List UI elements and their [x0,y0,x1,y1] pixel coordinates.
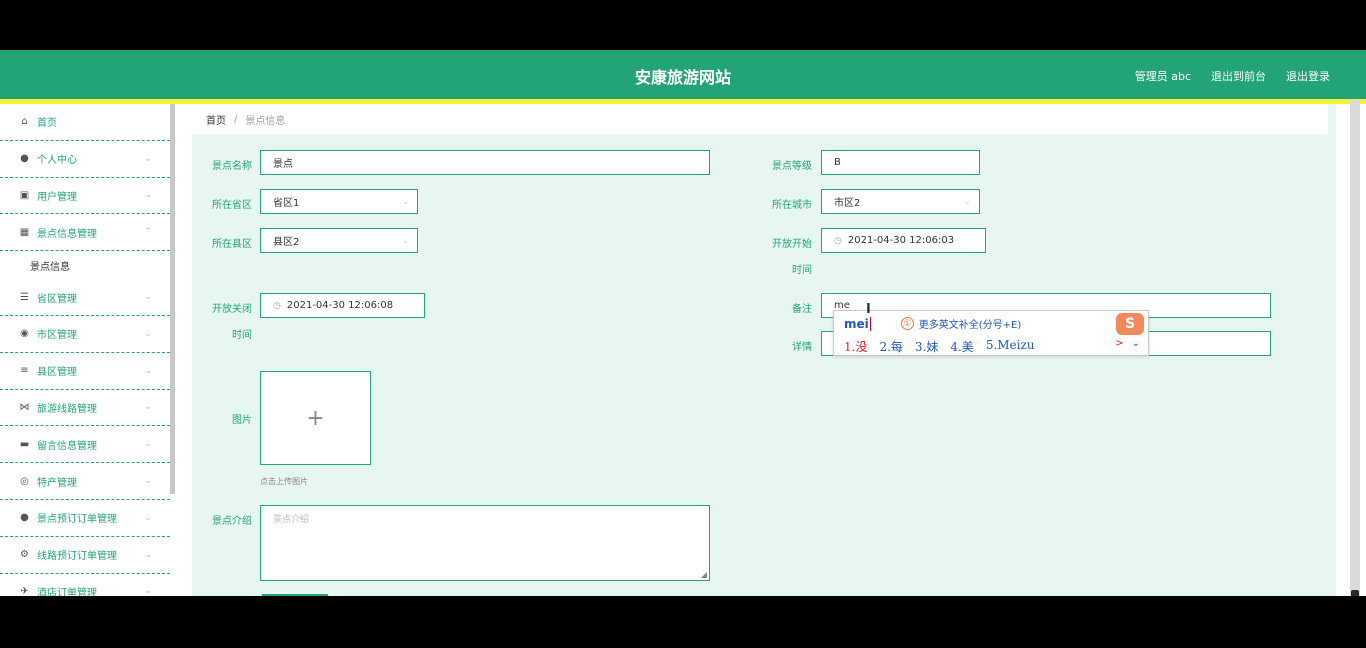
ime-candidate[interactable]: 4.美 [950,338,973,355]
user-icon: ● [20,153,29,165]
gift-icon: ◎ [20,475,29,487]
county-select[interactable]: 县区2 ⌄ [260,228,418,253]
name-label: 景点名称 [212,161,252,172]
upload-hint: 点击上传图片 [260,477,308,486]
ime-candidate[interactable]: 2.每 [879,338,902,355]
ime-candidates: 1.没 2.每 3.妹 4.美 5.Meizu [844,338,1035,355]
sidebar-item-county[interactable]: ≡ 县区管理 ⌄ [0,353,170,390]
sidebar-subitem-scenic-info[interactable]: 景点信息 [0,251,170,279]
notes-label: 备注 [792,304,812,315]
province-label: 所在省区 [212,200,252,211]
building-icon: ▦ [19,226,30,238]
home-icon: ⌂ [21,116,28,128]
admin-user-label: 管理员 abc [1134,70,1191,83]
submit-button[interactable] [262,594,328,596]
breadcrumb-current: 景点信息 [245,115,286,127]
comment-icon: ▬ [19,438,30,450]
chevron-down-icon: ⌄ [144,292,152,303]
sidebar-item-route[interactable]: ⋈ 旅游线路管理 ⌄ [0,390,170,427]
level-input[interactable]: B [821,150,980,175]
chevron-up-icon: ⌃ [144,227,152,238]
route-icon: ⋈ [19,401,30,413]
breadcrumb: 首页 / 景点信息 [192,104,1328,134]
chevron-down-icon: ⌄ [402,236,409,245]
bird-icon: ✈ [20,585,29,596]
chevron-down-icon: ⌄ [144,586,152,596]
open-time-label-2: 时间 [792,265,812,276]
detail-label: 详情 [792,342,812,353]
sidebar-item-hotel-orders[interactable]: ✈ 酒店订单管理 ⌄ [0,574,170,596]
level-label: 景点等级 [772,161,812,172]
chevron-down-icon: ⌄ [144,365,152,376]
close-time-label-2: 时间 [232,330,252,341]
menu-icon: ≡ [20,365,29,377]
chevron-down-icon: ⌄ [144,439,152,450]
chevron-down-icon: ⌄ [144,190,152,201]
image-label: 图片 [232,415,252,426]
plus-icon: + [306,405,325,431]
front-page-link[interactable]: 退出到前台 [1211,68,1266,84]
close-time-label: 开放关闭 [212,304,252,315]
chevron-down-icon: ⌄ [144,402,152,413]
list-icon: ☰ [20,291,29,303]
intro-textarea[interactable]: 景点介绍 ◢ [260,505,710,581]
chevron-down-icon: ⌄ [144,328,152,339]
text-cursor-icon: I [866,302,871,317]
scrollbar-thumb[interactable] [1351,590,1359,596]
ime-next-page-icon[interactable]: > [1115,338,1123,349]
breadcrumb-home[interactable]: 首页 [206,112,226,127]
gear-icon: ⚙ [20,549,29,561]
users-icon: ▣ [19,189,30,201]
sidebar-item-home[interactable]: ⌂ 首页 [0,104,170,141]
page-scrollbar[interactable] [1350,100,1360,596]
chevron-down-icon: ⌄ [144,476,152,487]
ime-candidate-popup[interactable]: mei ① 更多英文补全(分号+E) 1.没 2.每 3.妹 4.美 5.Meiz… [833,310,1149,356]
ime-more-suggestions[interactable]: ① 更多英文补全(分号+E) [900,316,1021,331]
ime-candidate[interactable]: 5.Meizu [986,338,1035,355]
resize-handle-icon[interactable]: ◢ [701,570,707,579]
chevron-down-icon: ⌄ [144,153,152,164]
name-input[interactable]: 景点 [260,150,710,175]
clock-icon: ◷ [273,300,281,311]
province-select[interactable]: 省区1 ⌄ [260,189,418,214]
city-label: 所在城市 [772,200,812,211]
chevron-down-icon: ⌄ [144,512,152,523]
sidebar-item-profile[interactable]: ● 个人中心 ⌄ [0,141,170,178]
header-links: 管理员 abc 退出到前台 退出登录 [1135,68,1330,84]
open-time-picker[interactable]: ◷ 2021-04-30 12:06:03 [821,228,986,253]
sidebar-item-scenic[interactable]: ▦ 景点信息管理 ⌃ [0,214,170,252]
top-header: 安康旅游网站 管理员 abc 退出到前台 退出登录 [0,50,1366,99]
image-upload[interactable]: + [260,371,371,465]
sidebar-item-route-orders[interactable]: ⚙ 线路预订订单管理 ⌄ [0,537,170,574]
intro-label: 景点介绍 [212,516,252,527]
sidebar-item-scenic-orders[interactable]: ● 景点预订订单管理 ⌄ [0,500,170,537]
clock-icon: ◷ [834,235,842,246]
open-time-label: 开放开始 [772,239,812,250]
chevron-down-icon: ⌄ [964,197,971,206]
sidebar: ⌂ 首页 ● 个人中心 ⌄ ▣ 用户管理 ⌄ ▦ 景点信息管理 ⌃ 景点信息 ☰ 省区管理 ⌄ ◉… [0,104,170,596]
globe-icon: ◉ [20,328,29,340]
ime-candidate[interactable]: 1.没 [844,338,867,355]
sidebar-item-specialty[interactable]: ◎ 特产管理 ⌄ [0,463,170,500]
chevron-down-icon: ⌄ [402,197,409,206]
ime-pinyin: mei [844,316,869,331]
sidebar-item-users[interactable]: ▣ 用户管理 ⌄ [0,178,170,215]
ime-candidate[interactable]: 3.妹 [915,338,938,355]
user-icon: ● [20,512,29,524]
city-select[interactable]: 市区2 ⌄ [821,189,980,214]
county-label: 所在县区 [212,239,252,250]
logout-link[interactable]: 退出登录 [1286,68,1330,84]
sidebar-item-province[interactable]: ☰ 省区管理 ⌄ [0,279,170,316]
chevron-down-icon: ⌄ [144,549,152,560]
ime-logo-icon: S [1116,313,1144,335]
sidebar-item-city[interactable]: ◉ 市区管理 ⌄ [0,316,170,353]
ime-expand-icon[interactable]: ⌄ [1132,338,1140,349]
app-window: 安康旅游网站 管理员 abc 退出到前台 退出登录 ⌂ 首页 ● 个人中心 ⌄ ▣ 用户… [0,50,1366,596]
sidebar-item-message[interactable]: ▬ 留言信息管理 ⌄ [0,426,170,464]
close-time-picker[interactable]: ◷ 2021-04-30 12:06:08 [260,293,425,318]
ime-cursor [869,316,871,331]
sidebar-scrollbar[interactable] [170,104,175,494]
